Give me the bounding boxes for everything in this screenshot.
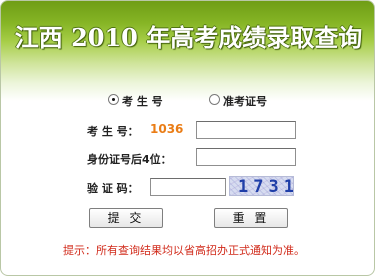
- exam-number-prefix: 1036: [150, 122, 184, 136]
- exam-number-label: 考 生 号：: [87, 125, 139, 138]
- captcha-label: 验 证 码：: [87, 182, 139, 195]
- notice-text: 提示：所有查询结果均以省高招办正式通知为准。: [63, 244, 305, 257]
- captcha-code: 1731: [238, 177, 294, 196]
- query-panel: 江西 2010 年高考成绩录取查询 考 生 号 准考证号 考 生 号： 1036…: [0, 0, 375, 276]
- radio-dot-unchecked[interactable]: [209, 94, 220, 105]
- page-title: 江西 2010 年高考成绩录取查询: [14, 23, 363, 52]
- captcha-input[interactable]: [150, 178, 226, 196]
- id-last4-input[interactable]: [196, 148, 296, 166]
- submit-button[interactable]: 提 交: [89, 208, 163, 228]
- radio-exam-number-label[interactable]: 考 生 号: [122, 93, 163, 109]
- id-last4-label: 身份证号后4位：: [87, 153, 172, 166]
- reset-button[interactable]: 重 置: [214, 208, 288, 228]
- exam-number-input[interactable]: [196, 121, 296, 139]
- captcha-image[interactable]: 1731: [229, 176, 294, 196]
- radio-dot-checked[interactable]: [108, 94, 119, 105]
- radio-admission-ticket-label[interactable]: 准考证号: [223, 93, 267, 109]
